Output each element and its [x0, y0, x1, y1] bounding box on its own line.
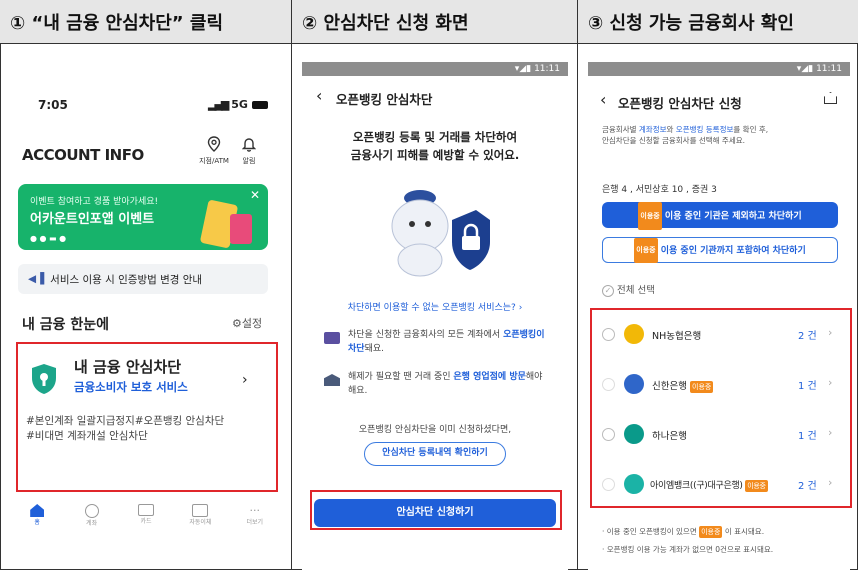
bank-building-icon	[324, 374, 340, 386]
bottom-tab-bar: 홈 계좌 카드 자동이체 ··· 더보기	[10, 504, 282, 527]
notice-text: 서비스 이용 시 인증방법 변경 안내	[50, 273, 203, 286]
screen1: 7:05 ▂▄▆ 5G ACCOUNT INFO 지점/ATM 알림 이벤트 참…	[0, 44, 291, 570]
mascot-illustration	[372, 180, 498, 280]
tab-account[interactable]: 계좌	[72, 504, 112, 527]
screen3-description: 금융회사별 계좌정보와 오픈뱅킹 등록정보를 확인 후, 안심차단을 신청할 금…	[602, 125, 769, 145]
screen2-title: 오픈뱅킹 안심차단	[336, 92, 433, 107]
back-arrow-icon[interactable]: ‹	[316, 86, 322, 105]
banner-title: 어카운트인포앱 이벤트	[30, 212, 155, 227]
institution-counts: 은행 4 , 서민상호 10 , 증권 3	[602, 185, 717, 195]
blocked-services-link[interactable]: 차단하면 이용할 수 없는 오픈뱅킹 서비스는? ›	[302, 300, 568, 313]
screen3-title: 오픈뱅킹 안심차단 신청	[618, 96, 742, 111]
info-line-1: 차단을 신청한 금융회사의 모든 계좌에서 오픈뱅킹이 차단돼요.	[348, 330, 545, 354]
step3-header: ③ 신청 가능 금융회사 확인	[577, 0, 858, 44]
info-line-2: 해제가 필요할 땐 거래 중인 은행 영업점에 방문해야 해요.	[348, 372, 543, 396]
branch-atm-label: 지점/ATM	[199, 157, 229, 165]
gear-icon: ⚙	[232, 317, 242, 330]
highlight-box-apply	[310, 490, 562, 530]
event-banner[interactable]: 이벤트 참여하고 경품 받아가세요! 어카운트인포앱 이벤트 ● ● ▬ ● ✕	[18, 184, 268, 250]
footnote-2: · 오픈뱅킹 이용 가능 계좌가 없으면 0건으로 표시돼요.	[602, 545, 774, 554]
gift-illustration	[230, 214, 252, 244]
step2-title: ② 안심차단 신청 화면	[302, 12, 469, 34]
settings-button[interactable]: ⚙설정	[232, 315, 262, 331]
highlight-box-banks	[590, 308, 852, 508]
notification-label: 알림	[242, 157, 256, 165]
in-use-tag: 이용중	[638, 202, 662, 230]
bell-icon	[241, 138, 257, 152]
tab-card[interactable]: 카드	[126, 504, 166, 527]
location-pin-icon	[207, 136, 221, 152]
phone1: 7:05 ▂▄▆ 5G ACCOUNT INFO 지점/ATM 알림 이벤트 참…	[10, 84, 282, 564]
home-icon	[30, 504, 45, 517]
select-all-checkbox[interactable]: ✓ 전체 선택	[602, 282, 655, 297]
footnote-1: · 이용 중인 오픈뱅킹이 있으면 이용중 이 표시돼요.	[602, 526, 765, 538]
tab-home[interactable]: 홈	[17, 504, 57, 527]
highlight-box-card	[16, 342, 278, 492]
brand-title: ACCOUNT INFO	[22, 146, 144, 164]
megaphone-icon: ◀▐	[28, 273, 45, 285]
status-signal: ▂▄▆ 5G	[208, 98, 268, 111]
back-arrow-icon[interactable]: ‹	[600, 90, 606, 109]
include-in-use-button[interactable]: 이용중 이용 중인 기관까지 포함하여 차단하기	[602, 237, 838, 263]
step1-title: ① “내 금융 안심차단” 클릭	[10, 12, 224, 34]
tab-autotransfer[interactable]: 자동이체	[180, 504, 220, 527]
already-applied-text: 오픈뱅킹 안심차단을 이미 신청하셨다면,	[358, 425, 512, 435]
home-icon[interactable]	[824, 92, 837, 104]
step2-header: ② 안심차단 신청 화면	[291, 0, 577, 44]
won-icon	[84, 504, 99, 518]
status-bar: ▾◢▮ 11:11	[302, 62, 568, 76]
transfer-icon	[192, 504, 209, 517]
screen2-headline: 오픈뱅킹 등록 및 거래를 차단하여 금융사기 피해를 예방할 수 있어요.	[350, 130, 520, 162]
banner-subtitle: 이벤트 참여하고 경품 받아가세요!	[30, 197, 159, 207]
screen3: ▾◢▮ 11:11 ‹ 오픈뱅킹 안심차단 신청 금융회사별 계좌정보와 오픈뱅…	[577, 44, 858, 570]
notice-bar[interactable]: ◀▐ 서비스 이용 시 인증방법 변경 안내	[18, 264, 268, 294]
tab-more[interactable]: ··· 더보기	[235, 504, 275, 527]
in-use-tag: 이용중	[634, 238, 658, 263]
exclude-in-use-button[interactable]: 이용중 이용 중인 기관은 제외하고 차단하기	[602, 202, 838, 230]
close-icon[interactable]: ✕	[250, 188, 260, 202]
status-time: 7:05	[38, 98, 68, 112]
step1-header: ① “내 금융 안심차단” 클릭	[0, 0, 291, 44]
history-button[interactable]: 안심차단 등록내역 확인하기	[364, 442, 506, 466]
branch-atm-button[interactable]: 지점/ATM	[196, 136, 232, 166]
section-title: 내 금융 한눈에	[22, 317, 110, 333]
status-bar: ▾◢▮ 11:11	[588, 62, 850, 76]
card-icon	[137, 504, 154, 516]
banner-pager: ● ● ▬ ●	[30, 234, 67, 243]
step3-title: ③ 신청 가능 금융회사 확인	[588, 12, 794, 34]
notification-button[interactable]: 알림	[236, 136, 262, 166]
in-use-tag: 이용중	[699, 526, 723, 538]
screen2: ▾◢▮ 11:11 ‹ 오픈뱅킹 안심차단 오픈뱅킹 등록 및 거래를 차단하여…	[291, 44, 577, 570]
bank-card-icon	[324, 332, 340, 344]
more-icon: ···	[249, 504, 261, 517]
check-circle-icon: ✓	[602, 284, 614, 297]
